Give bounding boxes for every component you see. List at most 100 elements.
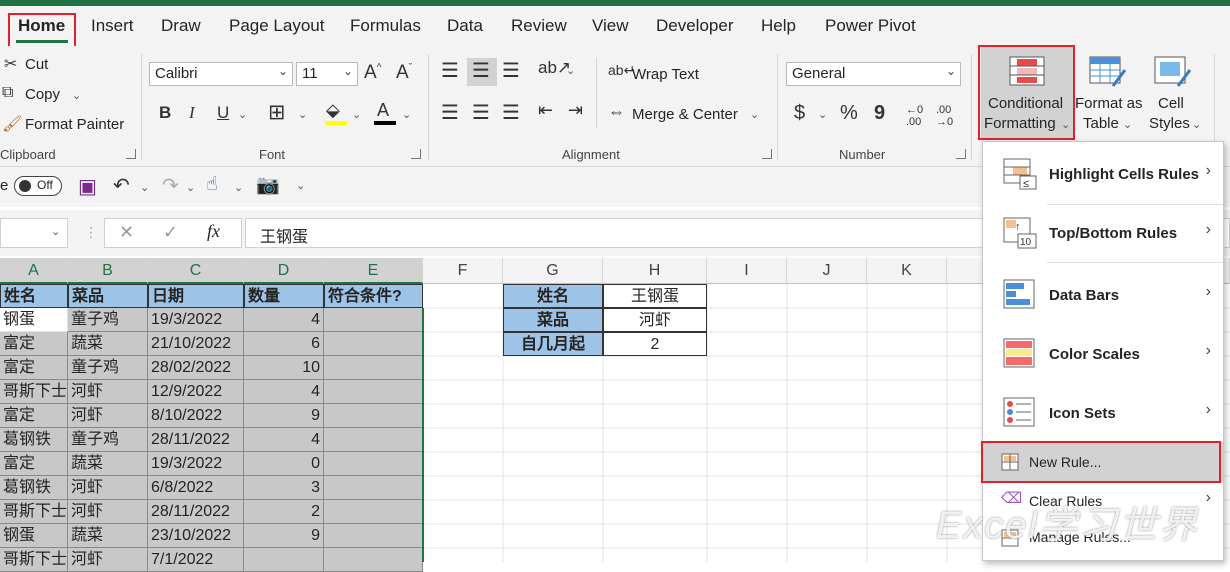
font-color-icon[interactable]: A [377,100,389,121]
copy-button[interactable]: Copy [25,86,60,103]
dialog-launcher-icon[interactable] [956,149,966,159]
format-as-table-button[interactable]: Format as Table ⌄ [1075,46,1145,138]
dialog-launcher-icon[interactable] [762,149,772,159]
table-cell[interactable]: 哥斯下士 [0,548,68,572]
borders-icon[interactable]: ⊞ [268,100,286,125]
cell-styles-button[interactable]: Cell Styles ⌄ [1146,46,1206,138]
dialog-launcher-icon[interactable] [126,149,136,159]
column-header-e[interactable]: E [324,258,423,284]
table-cell[interactable]: 4 [244,380,324,404]
column-header-d[interactable]: D [244,258,324,284]
tab-help[interactable]: Help [761,16,796,36]
table-cell[interactable]: 童子鸡 [68,356,148,380]
chevron-down-icon[interactable]: ⌄ [72,89,81,102]
table-cell[interactable] [324,428,423,452]
menu-item-highlight-cells-rules[interactable]: ≤ Highlight Cells Rules › [983,146,1223,204]
menu-item-color-scales[interactable]: Color Scales › [983,326,1223,384]
enter-icon[interactable]: ✓ [163,222,178,243]
table-cell[interactable]: 7/1/2022 [148,548,244,572]
chevron-down-icon[interactable]: ⌄ [238,108,247,121]
table-cell[interactable]: 钢蛋 [0,524,68,548]
redo-icon[interactable]: ↷ [162,173,179,198]
table-cell[interactable]: 富定 [0,404,68,428]
menu-item-data-bars[interactable]: Data Bars › [983,267,1223,325]
column-header-k[interactable]: K [867,258,947,284]
percent-button[interactable]: % [840,102,858,125]
increase-indent-icon[interactable]: ⇥ [568,100,583,121]
table-cell[interactable]: 河虾 [68,476,148,500]
column-header-h[interactable]: H [603,258,707,284]
chevron-down-icon[interactable]: ⌄ [234,181,243,194]
tab-data[interactable]: Data [447,16,483,36]
fill-color-icon[interactable]: ⬙ [326,100,340,121]
tab-developer[interactable]: Developer [656,16,734,36]
table-cell[interactable]: 富定 [0,332,68,356]
table-cell[interactable]: 21/10/2022 [148,332,244,356]
wrap-text-button[interactable]: Wrap Text [632,66,699,83]
bold-button[interactable]: B [159,103,171,123]
table-cell[interactable]: 河虾 [68,548,148,572]
autosave-toggle[interactable]: Off [14,176,62,196]
decrease-decimal-icon[interactable]: .00 →0 [936,104,953,128]
chevron-down-icon[interactable]: ⌄ [352,108,361,121]
table-cell[interactable]: 0 [244,452,324,476]
table-cell[interactable] [324,332,423,356]
criteria-label-month[interactable]: 自几月起 [503,332,603,356]
chevron-down-icon[interactable]: ⌄ [140,181,149,194]
table-cell[interactable]: 2 [244,500,324,524]
table-cell[interactable]: 河虾 [68,404,148,428]
table-header-name[interactable]: 姓名 [0,284,68,308]
table-cell[interactable]: 28/02/2022 [148,356,244,380]
align-right-icon[interactable]: ☰ [502,100,520,125]
table-cell[interactable] [324,452,423,476]
tab-power-pivot[interactable]: Power Pivot [825,16,916,36]
column-header-a[interactable]: A [0,258,68,284]
table-cell[interactable]: 蔬菜 [68,332,148,356]
chevron-down-icon[interactable]: ⌄ [402,108,411,121]
table-cell[interactable]: 4 [244,308,324,332]
table-cell[interactable] [324,500,423,524]
table-cell[interactable]: 9 [244,404,324,428]
column-header-g[interactable]: G [503,258,603,284]
table-header-date[interactable]: 日期 [148,284,244,308]
table-cell[interactable]: 蔬菜 [68,524,148,548]
bottom-align-icon[interactable]: ☰ [502,58,520,83]
table-cell[interactable]: 河虾 [68,500,148,524]
column-header-f[interactable]: F [423,258,503,284]
insert-function-icon[interactable]: fx [207,221,220,242]
grow-font-icon[interactable]: A^ [364,62,381,84]
shrink-font-icon[interactable]: Aˇ [396,62,412,84]
middle-align-icon[interactable]: ☰ [472,58,490,83]
table-cell[interactable] [324,476,423,500]
table-cell[interactable]: 19/3/2022 [148,308,244,332]
table-cell[interactable] [324,524,423,548]
font-size-combo[interactable]: 11 ⌄ [296,62,358,86]
table-cell[interactable]: 哥斯下士 [0,380,68,404]
table-cell[interactable]: 富定 [0,452,68,476]
table-cell[interactable]: 钢蛋 [0,308,68,332]
format-painter-button[interactable]: Format Painter [25,116,124,133]
table-cell[interactable] [324,380,423,404]
criteria-value-name[interactable]: 王钢蛋 [603,284,707,308]
chevron-down-icon[interactable]: ⌄ [186,181,195,194]
table-cell[interactable]: 葛钢铁 [0,476,68,500]
touch-mode-icon[interactable]: ☝ [206,173,218,196]
table-cell[interactable]: 童子鸡 [68,428,148,452]
decrease-indent-icon[interactable]: ⇤ [538,100,553,121]
cancel-icon[interactable]: ✕ [119,222,134,243]
tab-review[interactable]: Review [511,16,567,36]
criteria-label-name[interactable]: 姓名 [503,284,603,308]
undo-icon[interactable]: ↶ [113,173,130,198]
currency-button[interactable]: $ [794,102,805,125]
underline-button[interactable]: U [217,103,229,123]
cut-button[interactable]: Cut [25,56,48,73]
merge-center-button[interactable]: Merge & Center [632,106,738,123]
font-name-combo[interactable]: Calibri ⌄ [149,62,293,86]
table-cell[interactable]: 蔬菜 [68,452,148,476]
table-cell[interactable]: 葛钢铁 [0,428,68,452]
table-cell[interactable]: 9 [244,524,324,548]
table-cell[interactable]: 12/9/2022 [148,380,244,404]
chevron-down-icon[interactable]: ⌄ [750,108,759,121]
table-cell[interactable]: 6 [244,332,324,356]
table-cell[interactable] [324,308,423,332]
